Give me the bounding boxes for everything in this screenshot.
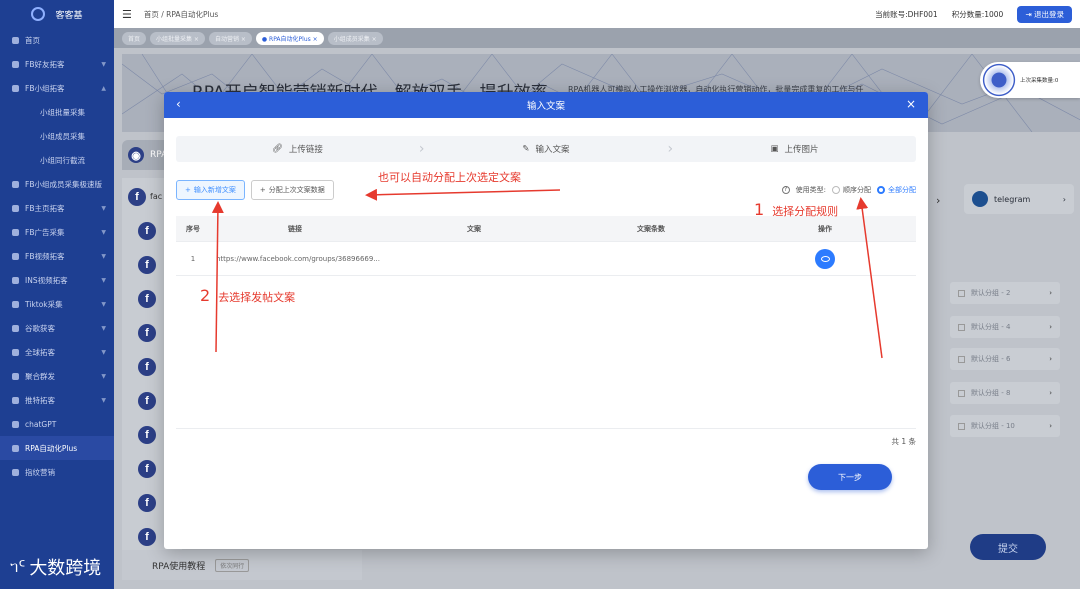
arrow-to-add-button: [211, 201, 224, 353]
arrow-to-use-type: [856, 197, 883, 359]
arrow-to-assign-button: [365, 188, 561, 201]
annotation-arrows: [211, 188, 883, 359]
